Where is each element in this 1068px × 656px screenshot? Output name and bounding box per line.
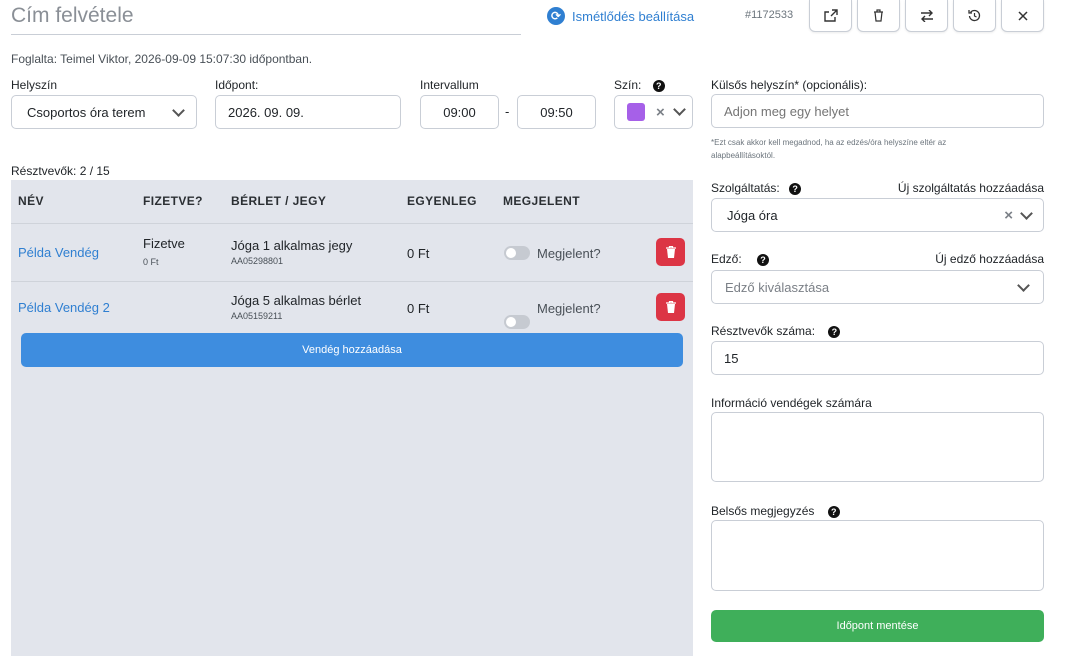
add-service-link[interactable]: Új szolgáltatás hozzáadása bbox=[898, 181, 1044, 195]
trainer-select[interactable]: Edző kiválasztása bbox=[711, 270, 1044, 304]
row-divider bbox=[11, 281, 693, 282]
remove-guest-button[interactable] bbox=[656, 238, 685, 266]
trainer-label-text: Edző: bbox=[711, 252, 742, 266]
attended-toggle[interactable] bbox=[504, 315, 530, 329]
paid-status: Fizetve bbox=[143, 236, 185, 251]
location-value: Csoportos óra terem bbox=[27, 104, 146, 120]
service-label: Szolgáltatás: ? bbox=[711, 181, 802, 195]
chevron-down-icon bbox=[1020, 207, 1033, 220]
guest-info-label: Információ vendégek számára bbox=[711, 396, 872, 410]
save-button[interactable]: Időpont mentése bbox=[711, 610, 1044, 642]
trash-icon bbox=[665, 246, 676, 258]
attended-label: Megjelent? bbox=[537, 246, 601, 261]
help-icon[interactable]: ? bbox=[827, 505, 840, 518]
swap-icon bbox=[920, 9, 933, 22]
trainer-placeholder: Edző kiválasztása bbox=[725, 279, 830, 295]
booking-id: #1172533 bbox=[745, 9, 794, 21]
external-location-label: Külsős helyszín* (opcionális): bbox=[711, 78, 868, 92]
external-location-input[interactable] bbox=[711, 94, 1044, 128]
interval-label: Intervallum bbox=[420, 78, 479, 92]
chevron-down-icon bbox=[172, 104, 185, 117]
column-header-balance: EGYENLEG bbox=[407, 194, 477, 208]
external-location-hint: *Ezt csak akkor kell megadnod, ha az edz… bbox=[711, 138, 947, 160]
column-header-pass: BÉRLET / JEGY bbox=[231, 194, 327, 208]
participants-number-label-text: Résztvevők száma: bbox=[711, 324, 816, 338]
clear-icon[interactable]: × bbox=[656, 104, 665, 121]
trash-icon bbox=[874, 9, 883, 22]
date-value: 2026. 09. 09. bbox=[228, 104, 304, 120]
internal-note-textarea[interactable] bbox=[711, 520, 1044, 591]
pass-code: AA05159211 bbox=[231, 311, 283, 321]
chevron-down-icon bbox=[672, 103, 686, 116]
color-swatch bbox=[627, 103, 645, 121]
chevron-down-icon bbox=[1017, 279, 1030, 292]
participants-count: Résztvevők: 2 / 15 bbox=[11, 164, 110, 178]
column-header-name: NÉV bbox=[18, 194, 44, 208]
help-icon[interactable]: ? bbox=[652, 79, 665, 92]
swap-button[interactable] bbox=[905, 0, 948, 32]
clear-icon[interactable]: × bbox=[1004, 207, 1013, 224]
date-input[interactable]: 2026. 09. 09. bbox=[215, 95, 401, 129]
start-time-value: 09:00 bbox=[443, 104, 476, 120]
help-icon[interactable]: ? bbox=[789, 182, 802, 195]
participants-number-value: 15 bbox=[724, 350, 739, 366]
booked-by-text: Foglalta: Teimel Viktor, 2026-09-09 15:0… bbox=[11, 52, 313, 66]
delete-button[interactable] bbox=[857, 0, 900, 32]
add-trainer-link[interactable]: Új edző hozzáadása bbox=[935, 252, 1044, 266]
share-icon bbox=[823, 9, 838, 22]
guest-info-textarea[interactable] bbox=[711, 412, 1044, 482]
trash-icon bbox=[665, 301, 676, 313]
pass-name: Jóga 1 alkalmas jegy bbox=[231, 238, 353, 253]
participants-number-input[interactable]: 15 bbox=[711, 341, 1044, 375]
service-select[interactable]: Jóga óra × bbox=[711, 198, 1044, 232]
end-time-input[interactable]: 09:50 bbox=[517, 95, 596, 129]
repeat-icon: ⟳ bbox=[547, 7, 565, 25]
date-label: Időpont: bbox=[215, 78, 259, 92]
balance-value: 0 Ft bbox=[407, 246, 430, 261]
balance-value: 0 Ft bbox=[407, 301, 430, 316]
repeat-settings-link[interactable]: ⟳ Ismétlődés beállítása bbox=[547, 7, 694, 25]
attended-label: Megjelent? bbox=[537, 301, 601, 316]
start-time-input[interactable]: 09:00 bbox=[420, 95, 499, 129]
close-button[interactable] bbox=[1001, 0, 1044, 32]
service-label-text: Szolgáltatás: bbox=[711, 181, 780, 195]
color-label-text: Szín: bbox=[614, 78, 642, 92]
attended-toggle[interactable] bbox=[504, 246, 530, 260]
interval-separator: - bbox=[505, 104, 510, 119]
repeat-settings-label: Ismétlődés beállítása bbox=[572, 8, 695, 24]
service-value: Jóga óra bbox=[727, 207, 778, 223]
participants-number-label: Résztvevők száma: ? bbox=[711, 324, 841, 338]
pass-code: AA05298801 bbox=[231, 256, 284, 266]
close-icon bbox=[1017, 10, 1028, 21]
trainer-label: Edző: ? bbox=[711, 252, 770, 266]
color-label: Szín: ? bbox=[614, 78, 665, 92]
location-select[interactable]: Csoportos óra terem bbox=[11, 95, 197, 129]
help-icon[interactable]: ? bbox=[757, 253, 770, 266]
end-time-value: 09:50 bbox=[540, 104, 573, 120]
title-input[interactable]: Cím felvétele bbox=[11, 0, 521, 35]
history-button[interactable] bbox=[953, 0, 996, 32]
share-button[interactable] bbox=[809, 0, 852, 32]
history-icon bbox=[968, 9, 981, 22]
column-header-attended: MEGJELENT bbox=[503, 194, 580, 208]
add-guest-button[interactable]: Vendég hozzáadása bbox=[21, 333, 683, 367]
color-select[interactable]: × bbox=[614, 95, 693, 129]
pass-name: Jóga 5 alkalmas bérlet bbox=[231, 293, 362, 308]
internal-note-label: Belsős megjegyzés ? bbox=[711, 504, 840, 518]
remove-guest-button[interactable] bbox=[656, 293, 685, 321]
help-icon[interactable]: ? bbox=[828, 325, 841, 338]
row-divider bbox=[11, 223, 693, 224]
paid-amount: 0 Ft bbox=[143, 257, 159, 267]
guest-name-link[interactable]: Példa Vendég bbox=[18, 245, 99, 260]
column-header-paid: FIZETVE? bbox=[143, 194, 203, 208]
guest-name-link[interactable]: Példa Vendég 2 bbox=[18, 300, 110, 315]
location-label: Helyszín bbox=[11, 78, 58, 92]
internal-note-label-text: Belsős megjegyzés bbox=[711, 504, 815, 518]
